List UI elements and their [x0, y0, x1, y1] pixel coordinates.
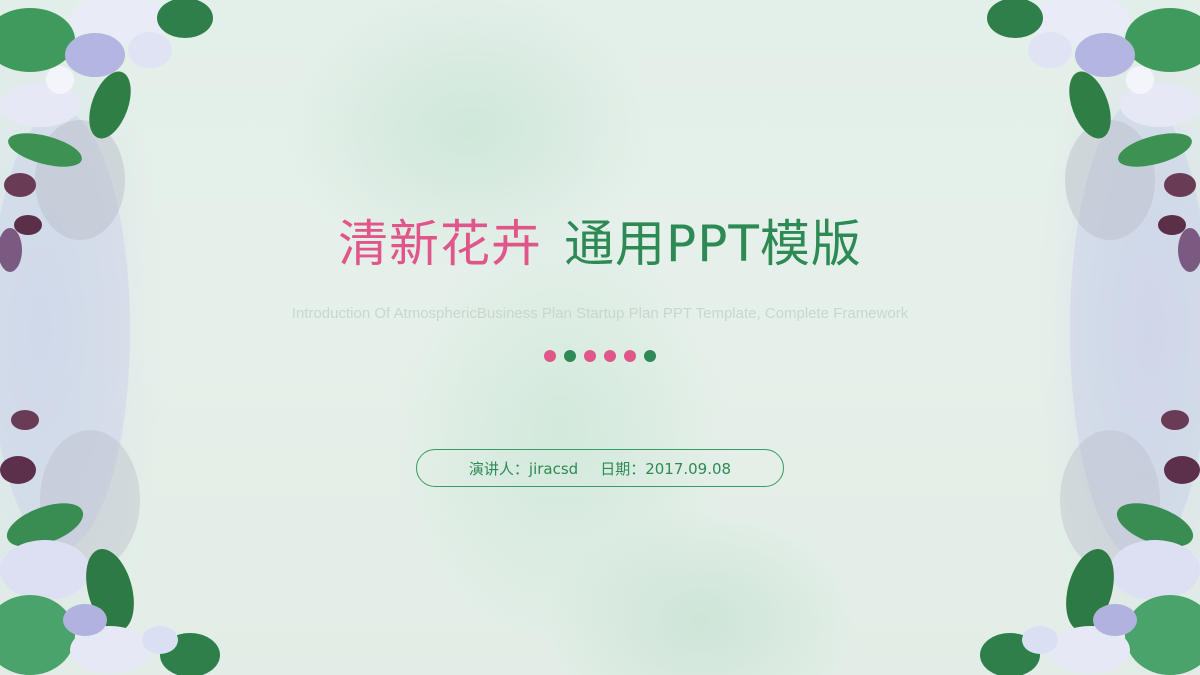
separator-dot: [624, 350, 636, 362]
separator-dot: [604, 350, 616, 362]
title-part-green: 通用PPT模版: [564, 215, 862, 273]
subtitle: Introduction Of AtmosphericBusiness Plan…: [291, 305, 909, 322]
presenter-info-box: 演讲人：jiracsd 日期：2017.09.08: [416, 449, 784, 487]
separator-dot: [644, 350, 656, 362]
title-part-pink: 清新花卉: [338, 215, 543, 273]
separator-dot: [564, 350, 576, 362]
slide: 清新花卉 通用PPT模版 Introduction Of AtmosphericB…: [0, 0, 1200, 675]
floral-border-left-icon: [0, 0, 220, 675]
presenter-label: 演讲人：jiracsd: [468, 459, 579, 478]
separator-dot: [584, 350, 596, 362]
date-label: 日期：2017.09.08: [600, 459, 732, 478]
separator-dot: [544, 350, 556, 362]
page-title: 清新花卉 通用PPT模版: [0, 212, 1200, 276]
dot-separator: [0, 350, 1200, 362]
floral-border-right-icon: [980, 0, 1200, 675]
